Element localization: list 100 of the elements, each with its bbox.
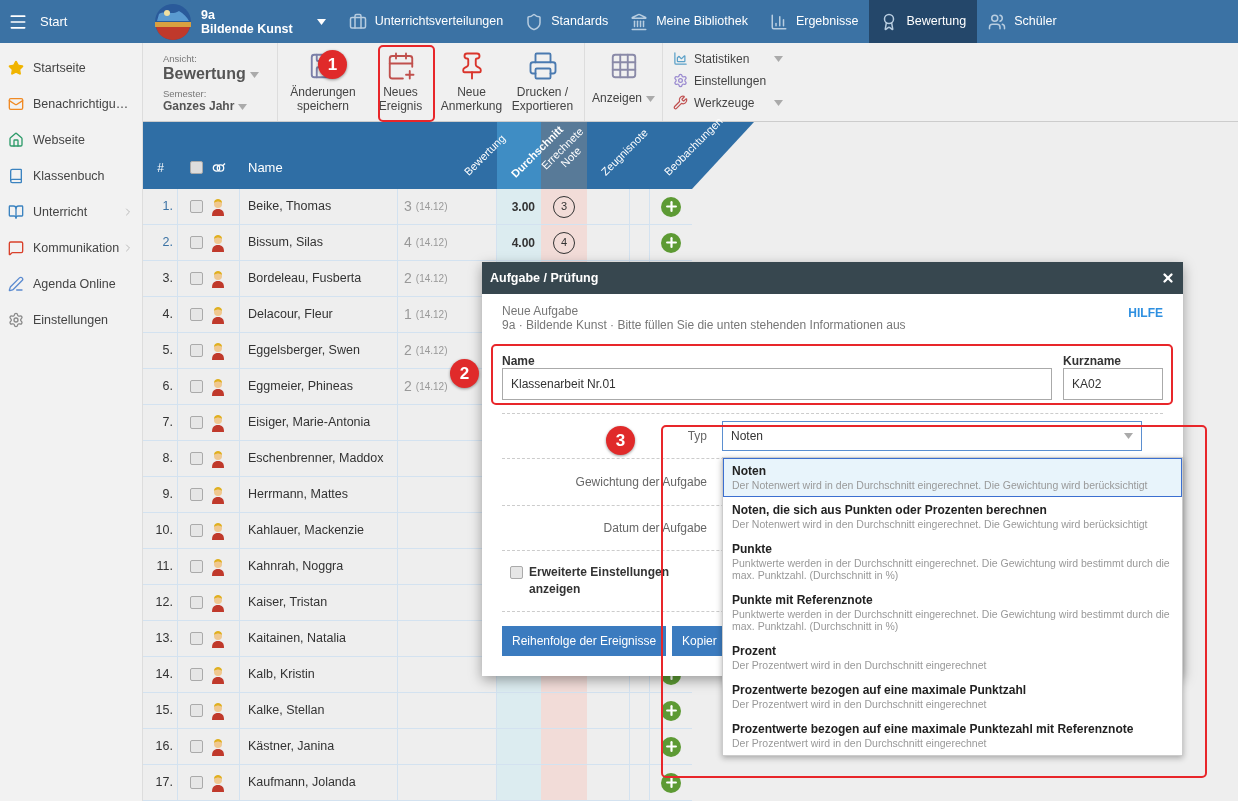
checkbox[interactable] xyxy=(190,704,203,717)
checkbox[interactable] xyxy=(190,560,203,573)
toolbar-button[interactable]: Neues Ereignis xyxy=(365,43,436,121)
checkbox[interactable] xyxy=(190,776,203,789)
dialog-button[interactable]: Reihenfolge der Ereignisse xyxy=(502,626,667,656)
checkbox[interactable] xyxy=(190,308,203,321)
checkbox[interactable] xyxy=(190,416,203,429)
type-select[interactable]: Noten xyxy=(722,421,1142,451)
star-icon xyxy=(8,60,24,76)
semester-dropdown[interactable]: Ganzes Jahr xyxy=(163,99,277,113)
column-header: Name xyxy=(248,158,283,177)
option-title: Prozentwerte bezogen auf eine maximale Punktzahl xyxy=(732,683,1028,698)
sidebar-item[interactable]: Klassenbuch xyxy=(0,158,142,194)
student-name: Kästner, Janina xyxy=(248,738,335,756)
checkbox[interactable] xyxy=(190,668,203,681)
toolbar-menu-item[interactable]: Werkzeuge xyxy=(673,93,783,112)
average: 3.00 xyxy=(511,198,535,216)
add-button[interactable] xyxy=(661,700,681,721)
checkbox[interactable] xyxy=(190,272,203,285)
close-button[interactable] xyxy=(1161,271,1175,285)
checkbox[interactable] xyxy=(190,596,203,609)
sidebar-item[interactable]: Benachrichtigu… xyxy=(0,86,142,122)
option-description: Der Prozentwert wird in den Durchschnitt eingerechnet xyxy=(732,659,988,671)
caret-icon xyxy=(316,19,326,26)
short-name-field[interactable]: KA02 xyxy=(1063,368,1163,400)
sidebar-item[interactable]: Unterricht xyxy=(0,194,142,230)
bar-chart-icon xyxy=(769,12,788,31)
plus-icon xyxy=(663,235,679,250)
sidebar-item[interactable]: Startseite xyxy=(0,50,142,86)
nav-tab[interactable]: Bewertung xyxy=(869,0,978,43)
toolbar-button[interactable]: Anzeigen xyxy=(584,43,662,121)
envelope-icon xyxy=(8,96,24,112)
student-name: Kalb, Kristin xyxy=(248,666,315,684)
class-name: 9a xyxy=(201,7,216,22)
view-dropdown[interactable]: Bewertung xyxy=(163,64,277,83)
option-description: Der Notenwert wird in den Durchschnitt eingerechnet. Die Gewichtung wird berücksichtigt xyxy=(732,518,1149,530)
sidebar-item[interactable]: Agenda Online xyxy=(0,266,142,302)
name-field[interactable]: Klassenarbeit Nr.01 xyxy=(502,368,1052,400)
checkbox[interactable] xyxy=(190,380,203,393)
plus-icon xyxy=(663,739,679,754)
semester-label: Semester: xyxy=(163,88,208,99)
student-name: Kahlauer, Mackenzie xyxy=(248,522,365,540)
checkbox[interactable] xyxy=(190,632,203,645)
gears-icon xyxy=(673,73,688,88)
nav-tab[interactable]: Schüler xyxy=(977,0,1068,43)
checkbox[interactable] xyxy=(190,524,203,537)
grade-date: (14.12) xyxy=(415,344,448,358)
student-name: Delacour, Fleur xyxy=(248,306,333,324)
option-title: Noten xyxy=(732,464,767,479)
dropdown-option[interactable]: Prozentwerte bezogen auf eine maximale Punktzahl Der Prozentwert wird in den Durchschnitt eingerechnet xyxy=(723,677,1182,716)
plus-icon xyxy=(663,199,679,214)
checkbox[interactable] xyxy=(510,566,523,579)
toolbar-menu-item[interactable]: Statistiken xyxy=(673,49,783,68)
people-icon xyxy=(988,12,1007,31)
checkbox[interactable] xyxy=(190,236,203,249)
select-all-checkbox[interactable] xyxy=(190,161,203,174)
field-label: Name xyxy=(502,353,536,368)
checkbox[interactable] xyxy=(190,344,203,357)
student-icon xyxy=(211,305,225,324)
row-number: 17. xyxy=(155,774,173,792)
nav-tab[interactable]: Unterrichtsverteilungen xyxy=(337,0,515,43)
add-button[interactable] xyxy=(661,196,681,217)
nav-tab[interactable]: Ergebnisse xyxy=(758,0,870,43)
student-name: Eggelsberger, Swen xyxy=(248,342,360,360)
view-label: Ansicht: xyxy=(163,53,198,64)
student-name: Kaiser, Tristan xyxy=(248,594,328,612)
checkbox[interactable] xyxy=(190,452,203,465)
sidebar-item[interactable]: Kommunikation xyxy=(0,230,142,266)
option-title: Prozent xyxy=(732,644,777,659)
dropdown-option[interactable]: Noten, die sich aus Punkten oder Prozenten berechnen Der Notenwert wird in den Durchschnitt eingerechnet. Die Gewichtung wird berücksichtigt xyxy=(723,497,1182,536)
nav-tab[interactable]: Meine Bibliothek xyxy=(619,0,759,43)
add-button[interactable] xyxy=(661,772,681,793)
student-icon xyxy=(211,233,225,252)
toolbar-button[interactable]: Drucken / Exportieren xyxy=(507,43,578,121)
row-number: 6. xyxy=(162,378,173,396)
nav-tab[interactable]: Standards xyxy=(514,0,620,43)
toolbar-menu-item[interactable]: Einstellungen xyxy=(673,71,783,90)
grade: 2 xyxy=(404,341,412,360)
row-number: 14. xyxy=(155,666,173,684)
dropdown-option[interactable]: Prozentwerte bezogen auf eine maximale Punktezahl mit Referenznote Der Prozentwert wird in den Durchschnitt eingerechnet xyxy=(723,716,1182,755)
sidebar-item[interactable]: Webseite xyxy=(0,122,142,158)
menu-button[interactable]: Start xyxy=(0,0,143,43)
row-number: 7. xyxy=(162,414,173,432)
checkbox[interactable] xyxy=(190,740,203,753)
option-title: Punkte mit Referenznote xyxy=(732,593,874,608)
add-button[interactable] xyxy=(661,232,681,253)
row-number: 1. xyxy=(162,198,173,216)
dropdown-option[interactable]: Noten Der Notenwert wird in den Durchschnitt eingerechnet. Die Gewichtung wird berücksichtigt xyxy=(723,458,1182,497)
dropdown-option[interactable]: Punkte Punktwerte werden in der Durchschnitt eingerechnet. Die Gewichtung wird bestimmt durch die max. Punktzahl. (Durchschnitt in %) xyxy=(723,536,1182,587)
sidebar-item[interactable]: Einstellungen xyxy=(0,302,142,338)
student-icon xyxy=(211,665,225,684)
add-button[interactable] xyxy=(661,736,681,757)
book-icon xyxy=(8,168,24,184)
student-name: Beike, Thomas xyxy=(248,198,332,216)
toolbar-button[interactable]: Neue Anmerkung xyxy=(436,43,507,121)
student-icon xyxy=(211,377,225,396)
checkbox[interactable] xyxy=(190,488,203,501)
checkbox[interactable] xyxy=(190,200,203,213)
student-icon xyxy=(211,629,225,648)
row-number: 11. xyxy=(156,558,173,576)
